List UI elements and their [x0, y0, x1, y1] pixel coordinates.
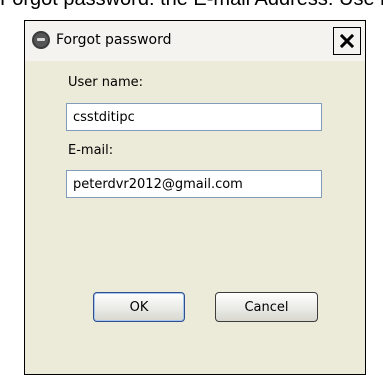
cancel-button[interactable]: Cancel — [215, 292, 318, 322]
ok-button[interactable]: OK — [93, 292, 185, 322]
dialog-title: Forgot password — [56, 32, 172, 48]
email-field[interactable] — [66, 170, 322, 198]
dialog-titlebar: Forgot password — [25, 21, 365, 61]
email-label: E-mail: — [68, 143, 114, 158]
background-text: Forgot password: the E-mail Address: Use… — [0, 0, 383, 11]
close-icon — [340, 34, 354, 48]
app-icon — [32, 31, 50, 49]
close-button[interactable] — [333, 27, 361, 55]
username-field[interactable] — [66, 103, 322, 131]
forgot-password-dialog: Forgot password User name: E-mail: OK Ca… — [24, 20, 366, 375]
username-label: User name: — [68, 75, 144, 90]
